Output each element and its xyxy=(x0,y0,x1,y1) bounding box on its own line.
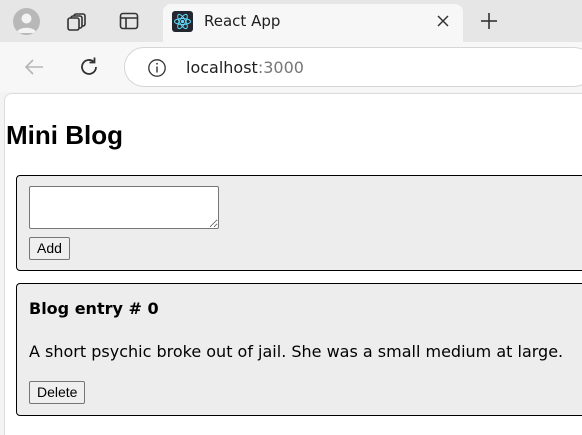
workspaces-icon[interactable] xyxy=(66,10,88,32)
tab-strip: React App xyxy=(0,0,582,42)
entry-body: A short psychic broke out of jail. She w… xyxy=(29,342,564,361)
refresh-icon[interactable] xyxy=(77,55,101,79)
profile-icon[interactable] xyxy=(13,8,40,35)
page-title: Mini Blog xyxy=(6,120,123,150)
browser-toolbar: localhost:3000 xyxy=(0,42,582,92)
entry-textarea[interactable] xyxy=(29,186,219,229)
url-port: :3000 xyxy=(257,58,304,77)
address-bar[interactable]: localhost:3000 xyxy=(124,47,582,87)
back-icon[interactable] xyxy=(22,55,46,79)
blog-entry: Blog entry # 0 A short psychic broke out… xyxy=(16,283,582,416)
tab-title: React App xyxy=(204,12,281,30)
close-icon[interactable] xyxy=(435,13,451,29)
page-viewport: Mini Blog Add Blog entry # 0 A short psy… xyxy=(4,93,582,435)
tab-actions-icon[interactable] xyxy=(118,10,140,32)
react-logo-icon xyxy=(172,11,193,32)
delete-button[interactable]: Delete xyxy=(29,381,86,404)
composer-panel: Add xyxy=(16,175,582,271)
add-button[interactable]: Add xyxy=(29,237,70,260)
info-icon[interactable] xyxy=(147,58,167,78)
url-text[interactable]: localhost:3000 xyxy=(186,58,304,77)
entry-heading: Blog entry # 0 xyxy=(29,299,159,318)
url-host: localhost xyxy=(186,58,258,77)
tab-react-app[interactable]: React App xyxy=(163,4,463,42)
new-tab-icon[interactable] xyxy=(478,10,500,32)
